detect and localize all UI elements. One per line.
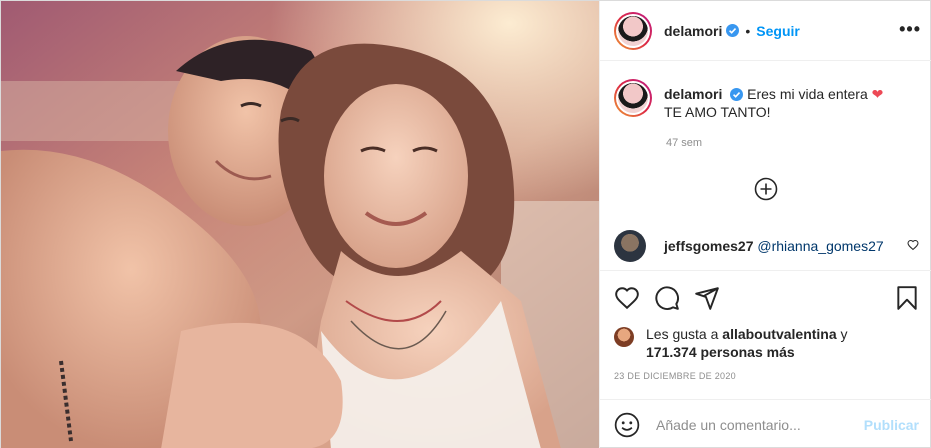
instagram-post: delamori • Seguir ••• delamori Eres mi v… bbox=[0, 0, 931, 448]
comment-text: jeffsgomes27 @rhianna_gomes27 bbox=[664, 238, 884, 254]
verified-badge-icon bbox=[726, 24, 740, 37]
post-photo-illustration bbox=[1, 1, 599, 448]
comment-bubble-icon[interactable] bbox=[654, 285, 680, 311]
post-header: delamori • Seguir ••• bbox=[600, 1, 931, 61]
likes-count: 171.374 bbox=[646, 344, 697, 360]
caption-author-avatar[interactable] bbox=[614, 79, 652, 117]
likes-prefix: Les gusta a bbox=[646, 326, 719, 342]
follow-button[interactable]: Seguir bbox=[756, 23, 800, 39]
load-more-comments-icon[interactable] bbox=[754, 177, 778, 201]
comment-input[interactable]: Añade un comentario... bbox=[656, 417, 864, 433]
share-send-icon[interactable] bbox=[694, 285, 720, 311]
author-avatar[interactable] bbox=[614, 11, 652, 50]
post-details-panel: delamori • Seguir ••• delamori Eres mi v… bbox=[599, 1, 931, 448]
publish-button[interactable]: Publicar bbox=[864, 417, 919, 433]
save-bookmark-icon[interactable] bbox=[894, 285, 920, 311]
comment-mention[interactable]: @rhianna_gomes27 bbox=[757, 238, 883, 254]
add-comment-bar: Añade un comentario... Publicar bbox=[600, 399, 931, 448]
commenter-avatar[interactable] bbox=[614, 230, 646, 262]
author-username[interactable]: delamori bbox=[664, 23, 722, 39]
post-caption: delamori Eres mi vida entera ❤ TE AMO TA… bbox=[614, 79, 919, 121]
caption-text: delamori Eres mi vida entera ❤ TE AMO TA… bbox=[664, 79, 883, 121]
likes-count-link[interactable]: 171.374 personas más bbox=[646, 344, 795, 360]
likes-text: Les gusta a allaboutvalentina y 171.374 … bbox=[646, 325, 848, 361]
likes-summary: Les gusta a allaboutvalentina y 171.374 … bbox=[614, 325, 848, 361]
emoji-smiley-icon[interactable] bbox=[614, 412, 640, 438]
post-actions-bar bbox=[600, 270, 931, 324]
caption-username[interactable]: delamori bbox=[664, 86, 722, 102]
heart-emoji-icon: ❤ bbox=[871, 86, 884, 102]
post-photo[interactable] bbox=[1, 1, 599, 448]
caption-line-2: TE AMO TANTO! bbox=[664, 104, 771, 120]
liker-avatar[interactable] bbox=[614, 327, 634, 347]
header-separator: • bbox=[745, 22, 751, 39]
commenter-username[interactable]: jeffsgomes27 bbox=[664, 238, 753, 254]
comment-like-heart-icon[interactable] bbox=[907, 239, 919, 251]
liker-username[interactable]: allaboutvalentina bbox=[722, 326, 836, 342]
caption-timestamp[interactable]: 47 sem bbox=[666, 137, 702, 149]
caption-verified-badge-icon bbox=[730, 88, 744, 101]
comment-row: jeffsgomes27 @rhianna_gomes27 bbox=[614, 229, 919, 263]
likes-suffix: personas más bbox=[700, 344, 795, 360]
likes-connector: y bbox=[840, 326, 848, 342]
post-date[interactable]: 23 DE DICIEMBRE DE 2020 bbox=[614, 371, 736, 381]
more-options-icon[interactable]: ••• bbox=[899, 19, 921, 40]
like-heart-icon[interactable] bbox=[614, 285, 640, 311]
caption-line-1: Eres mi vida entera bbox=[747, 86, 868, 102]
